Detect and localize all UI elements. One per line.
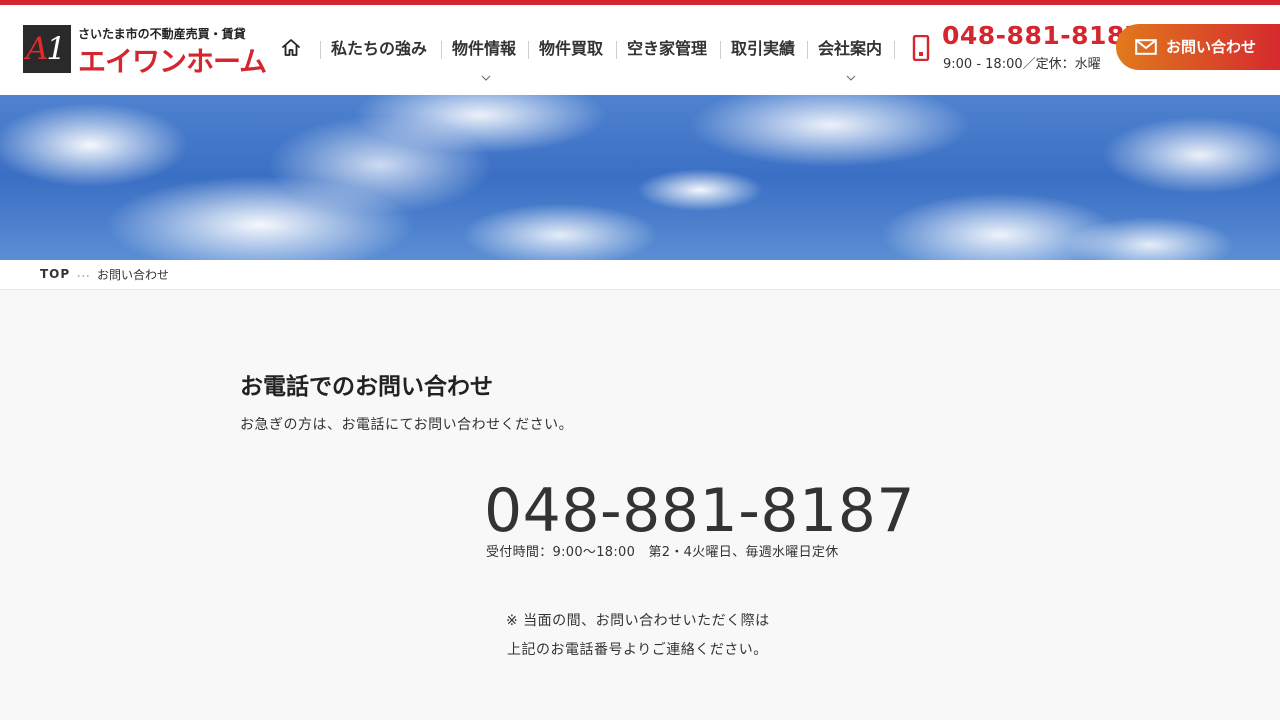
mail-icon xyxy=(1135,39,1157,55)
home-icon[interactable] xyxy=(280,37,302,59)
nav-item-purchase[interactable]: 物件買取 xyxy=(539,33,603,65)
mobile-phone-icon xyxy=(912,35,930,61)
logo-mark: A1 xyxy=(23,25,71,73)
hero-sky-image xyxy=(0,95,1280,260)
header-phone[interactable]: 048-881-8187 9:00 - 18:00／定休：水曜 xyxy=(910,21,1142,75)
nav-separator xyxy=(807,41,808,59)
breadcrumb-current: お問い合わせ xyxy=(97,268,170,282)
logo-name: エイワンホーム xyxy=(78,45,267,78)
nav-item-company[interactable]: 会社案内 xyxy=(818,33,882,65)
header-phone-number[interactable]: 048-881-8187 xyxy=(942,21,1143,50)
nav-item-results[interactable]: 取引実績 xyxy=(731,33,795,65)
reception-hours: 受付時間：9:00～18:00 第2・4火曜日、毎週水曜日定休 xyxy=(486,545,839,560)
site-logo[interactable]: A1 さいたま市の不動産売買・賃貸 エイワンホーム xyxy=(23,25,267,78)
contact-button-label: お問い合わせ xyxy=(1166,38,1257,56)
nav-separator xyxy=(441,41,442,59)
contact-button[interactable]: お問い合わせ xyxy=(1116,24,1280,70)
breadcrumb: TOP ･･･ お問い合わせ xyxy=(0,260,1280,290)
nav-item-vacant-house[interactable]: 空き家管理 xyxy=(627,33,707,65)
nav-separator xyxy=(320,41,321,59)
breadcrumb-top-link[interactable]: TOP xyxy=(40,267,70,281)
notice-line-1: ※ 当面の間、お問い合わせいただく際は xyxy=(506,613,770,629)
nav-separator xyxy=(720,41,721,59)
logo-mark-text: A1 xyxy=(26,31,66,67)
breadcrumb-separator: ･･･ xyxy=(76,270,90,283)
nav-item-strengths[interactable]: 私たちの強み xyxy=(331,33,427,65)
notice-line-2: 上記のお電話番号よりご連絡ください。 xyxy=(507,642,768,658)
site-header: A1 さいたま市の不動産売買・賃貸 エイワンホーム 私たちの強み 物件情報 物件… xyxy=(0,5,1280,95)
header-phone-hours: 9:00 - 18:00／定休：水曜 xyxy=(943,57,1101,72)
main-phone-number[interactable]: 048-881-8187 xyxy=(484,476,915,546)
nav-separator xyxy=(616,41,617,59)
chevron-down-icon xyxy=(481,75,491,81)
lead-text: お急ぎの方は、お電話にてお問い合わせください。 xyxy=(240,417,574,433)
nav-item-properties[interactable]: 物件情報 xyxy=(452,33,516,65)
nav-separator xyxy=(528,41,529,59)
nav-separator xyxy=(894,41,895,59)
page-title: お電話でのお問い合わせ xyxy=(240,374,493,400)
chevron-down-icon xyxy=(846,75,856,81)
